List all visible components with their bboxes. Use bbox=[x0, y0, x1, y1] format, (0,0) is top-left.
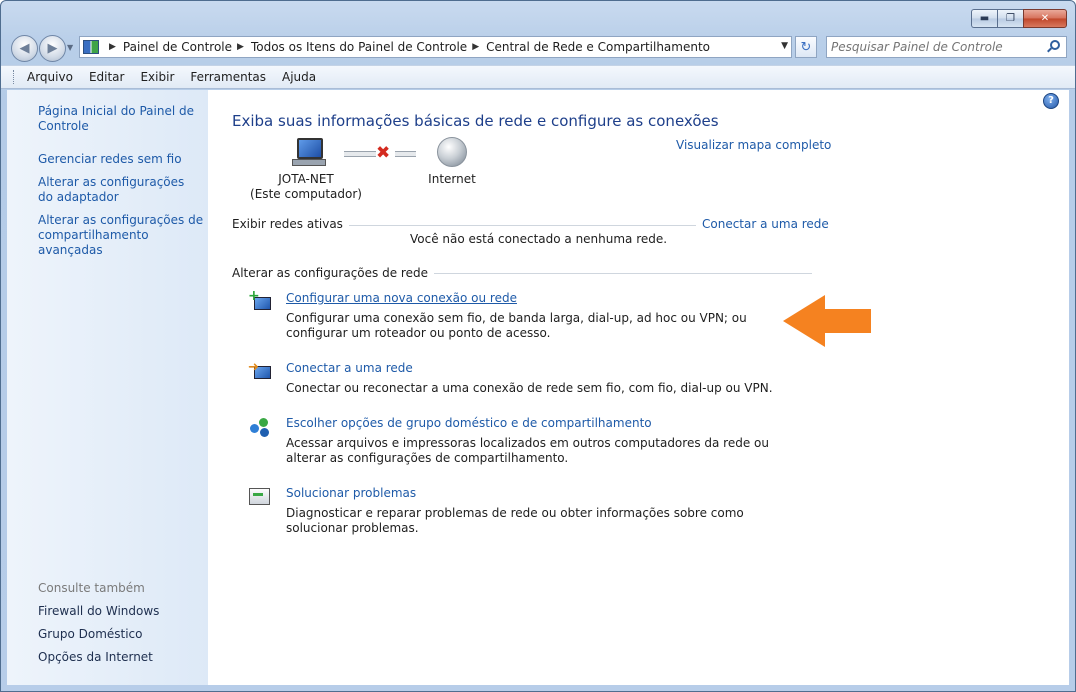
view-full-map-link[interactable]: Visualizar mapa completo bbox=[676, 138, 831, 152]
back-button[interactable]: ◀ bbox=[11, 35, 38, 62]
see-also-firewall[interactable]: Firewall do Windows bbox=[38, 604, 203, 619]
breadcrumb: ▶ Painel de Controle ▶ Todos os Itens do… bbox=[104, 37, 710, 57]
computer-subtitle: (Este computador) bbox=[250, 187, 362, 201]
troubleshoot-icon bbox=[248, 486, 272, 508]
active-networks-label: Exibir redes ativas bbox=[232, 217, 349, 231]
task-sidebar: Página Inicial do Painel de Controle Ger… bbox=[7, 90, 208, 685]
menu-ajuda[interactable]: Ajuda bbox=[282, 70, 316, 84]
task-homegroup-link[interactable]: Escolher opções de grupo doméstico e de … bbox=[286, 416, 652, 430]
see-also-internet-options[interactable]: Opções da Internet bbox=[38, 650, 203, 665]
new-connection-icon: + bbox=[248, 289, 272, 313]
divider bbox=[398, 273, 812, 274]
sidebar-link-wireless[interactable]: Gerenciar redes sem fio bbox=[38, 152, 203, 167]
connect-to-network-link[interactable]: Conectar a uma rede bbox=[696, 217, 829, 231]
menu-grip bbox=[13, 70, 17, 84]
address-dropdown-icon[interactable]: ▼ bbox=[781, 41, 788, 51]
forward-button[interactable]: ▶ bbox=[39, 35, 66, 62]
task-connect-network-link[interactable]: Conectar a uma rede bbox=[286, 361, 413, 375]
task-troubleshoot-link[interactable]: Solucionar problemas bbox=[286, 486, 416, 500]
close-button[interactable]: ✕ bbox=[1023, 9, 1067, 28]
divider bbox=[328, 225, 698, 226]
change-settings-label: Alterar as configurações de rede bbox=[232, 266, 434, 280]
search-box bbox=[826, 36, 1067, 58]
disconnected-x-icon[interactable]: ✖ bbox=[376, 143, 390, 163]
no-network-message: Você não está conectado a nenhuma rede. bbox=[410, 232, 668, 246]
recent-pages-dropdown[interactable]: ▼ bbox=[67, 43, 73, 52]
control-panel-icon bbox=[83, 40, 99, 54]
task-homegroup-desc: Acessar arquivos e impressoras localizad… bbox=[286, 436, 769, 465]
caption-buttons: ▬ ❐ ✕ bbox=[971, 9, 1067, 28]
connection-line-right bbox=[395, 151, 416, 157]
breadcrumb-separator-icon[interactable]: ▶ bbox=[472, 42, 479, 52]
see-also-heading: Consulte também bbox=[38, 581, 145, 595]
main-content: ? Exiba suas informações básicas de rede… bbox=[208, 90, 1069, 685]
breadcrumb-separator-icon[interactable]: ▶ bbox=[237, 42, 244, 52]
menu-bar: Arquivo Editar Exibir Ferramentas Ajuda bbox=[1, 65, 1075, 89]
menu-arquivo[interactable]: Arquivo bbox=[27, 70, 73, 84]
task-new-connection-desc: Configurar uma conexão sem fio, de banda… bbox=[286, 311, 747, 340]
refresh-button[interactable]: ↻ bbox=[795, 36, 817, 58]
menu-editar[interactable]: Editar bbox=[89, 70, 125, 84]
address-bar[interactable]: ▶ Painel de Controle ▶ Todos os Itens do… bbox=[79, 36, 792, 58]
task-troubleshoot-desc: Diagnosticar e reparar problemas de rede… bbox=[286, 506, 744, 535]
internet-globe-icon bbox=[437, 137, 467, 167]
control-panel-window: ▬ ❐ ✕ ◀ ▶ ▼ ▶ Painel de Controle ▶ Todos… bbox=[0, 0, 1076, 692]
page-title: Exiba suas informações básicas de rede e… bbox=[232, 112, 719, 130]
computer-label: JOTA-NET (Este computador) bbox=[238, 172, 374, 202]
internet-label: Internet bbox=[428, 172, 476, 186]
task-connect-network-desc: Conectar ou reconectar a uma conexão de … bbox=[286, 381, 773, 395]
computer-icon bbox=[291, 137, 326, 167]
breadcrumb-separator-icon[interactable]: ▶ bbox=[109, 42, 116, 52]
connect-network-icon: ➜ bbox=[248, 361, 272, 383]
see-also-homegroup[interactable]: Grupo Doméstico bbox=[38, 627, 203, 642]
minimize-button[interactable]: ▬ bbox=[971, 9, 997, 28]
breadcrumb-painel-de-controle[interactable]: Painel de Controle bbox=[123, 40, 232, 54]
navigation-bar: ◀ ▶ ▼ ▶ Painel de Controle ▶ Todos os It… bbox=[1, 34, 1075, 62]
sidebar-link-sharing[interactable]: Alterar as configurações de compartilham… bbox=[38, 213, 208, 258]
help-icon[interactable]: ? bbox=[1043, 93, 1059, 109]
sidebar-link-adapter[interactable]: Alterar as configurações do adaptador bbox=[38, 175, 203, 205]
annotation-arrow-icon bbox=[783, 295, 871, 347]
breadcrumb-todos-os-itens[interactable]: Todos os Itens do Painel de Controle bbox=[251, 40, 467, 54]
refresh-icon: ↻ bbox=[800, 39, 812, 55]
computer-name: JOTA-NET bbox=[278, 172, 334, 186]
menu-ferramentas[interactable]: Ferramentas bbox=[190, 70, 266, 84]
back-arrow-icon: ◀ bbox=[19, 41, 30, 56]
sidebar-link-home[interactable]: Página Inicial do Painel de Controle bbox=[38, 104, 203, 134]
menu-exibir[interactable]: Exibir bbox=[140, 70, 174, 84]
forward-arrow-icon: ▶ bbox=[47, 41, 58, 56]
breadcrumb-central-de-rede[interactable]: Central de Rede e Compartilhamento bbox=[486, 40, 710, 54]
window-frame-right bbox=[1069, 90, 1075, 685]
connection-line-left bbox=[344, 151, 376, 157]
search-icon[interactable] bbox=[1050, 40, 1060, 50]
search-input[interactable] bbox=[831, 39, 1041, 55]
maximize-button[interactable]: ❐ bbox=[997, 9, 1023, 28]
task-new-connection-link[interactable]: Configurar uma nova conexão ou rede bbox=[286, 291, 517, 305]
homegroup-icon bbox=[248, 416, 272, 438]
